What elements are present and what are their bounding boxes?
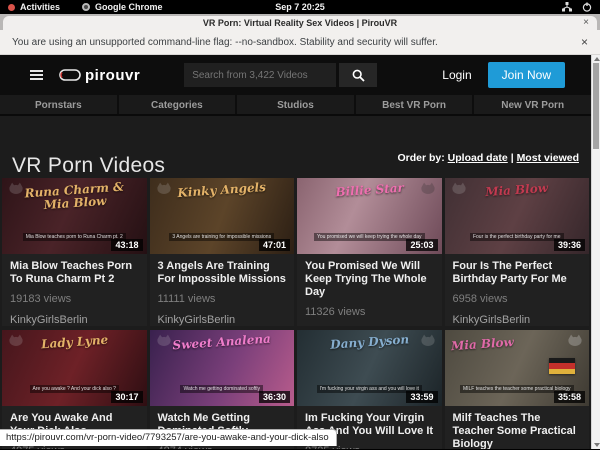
- studio-link[interactable]: KinkyGirlsBerlin: [453, 314, 582, 326]
- desktop: Activities Google Chrome Sep 7 20:25 VR …: [0, 0, 600, 450]
- duration-badge: 47:01: [259, 239, 290, 251]
- video-thumbnail[interactable]: Runa Charm & Mia Blow Mia Blow teaches p…: [2, 178, 147, 254]
- order-by: Order by: Upload date | Most viewed: [397, 152, 579, 178]
- site-header: pirouvr Login Join Now: [0, 55, 591, 95]
- video-title[interactable]: Milf Teaches The Teacher Some Practical …: [453, 412, 582, 449]
- nav-item-best-vr-porn[interactable]: Best VR Porn: [356, 95, 475, 114]
- order-by-label: Order by:: [397, 152, 444, 164]
- site-logo-text: pirouvr: [85, 67, 140, 84]
- video-thumbnail[interactable]: Mia Blow MILF teaches the teacher some p…: [445, 330, 590, 406]
- video-thumbnail[interactable]: Mia Blow Four is the perfect birthday pa…: [445, 178, 590, 254]
- video-title[interactable]: Four Is The Perfect Birthday Party For M…: [453, 260, 582, 286]
- video-grid: Runa Charm & Mia Blow Mia Blow teaches p…: [0, 178, 591, 449]
- duration-badge: 35:58: [554, 391, 585, 403]
- scroll-up-arrow-icon[interactable]: [592, 55, 600, 63]
- browser-tab[interactable]: VR Porn: Virtual Reality Sex Videos | Pi…: [3, 16, 597, 30]
- scrollbar-thumb[interactable]: [593, 63, 599, 149]
- title-row: VR Porn Videos Order by: Upload date | M…: [0, 116, 591, 178]
- status-url-bubble: https://pirouvr.com/vr-porn-video/779325…: [0, 429, 337, 446]
- vertical-scrollbar[interactable]: [591, 55, 600, 449]
- video-thumbnail[interactable]: Kinky Angels 3 Angels are training for i…: [150, 178, 295, 254]
- video-views: 6958 views: [453, 293, 582, 305]
- video-views: 11111 views: [158, 293, 287, 305]
- thumbnail-overlay-name: Dany Dyson: [308, 332, 430, 353]
- nav-item-studios[interactable]: Studios: [237, 95, 356, 114]
- search-icon: [352, 69, 365, 82]
- tab-close-icon[interactable]: ×: [583, 16, 589, 30]
- video-thumbnail[interactable]: Sweet Analena Watch me getting dominated…: [150, 330, 295, 406]
- order-by-separator: |: [511, 152, 514, 164]
- german-flag-icon: [549, 358, 575, 374]
- recording-indicator-icon: [8, 4, 15, 11]
- duration-badge: 30:17: [111, 391, 142, 403]
- site-logo[interactable]: pirouvr: [59, 67, 140, 84]
- tab-title: VR Porn: Virtual Reality Sex Videos | Pi…: [203, 18, 397, 28]
- clock[interactable]: Sep 7 20:25: [275, 2, 325, 12]
- video-thumbnail[interactable]: Billie Star You promised we will keep tr…: [297, 178, 442, 254]
- video-views: 11326 views: [305, 306, 434, 318]
- page-viewport: pirouvr Login Join Now Pornstars Cate: [0, 55, 600, 449]
- scroll-down-arrow-icon[interactable]: [592, 441, 600, 449]
- power-icon[interactable]: [582, 2, 592, 12]
- video-thumbnail[interactable]: Dany Dyson I'm fucking your virgin ass a…: [297, 330, 442, 406]
- infobar-message: You are using an unsupported command-lin…: [12, 37, 438, 48]
- thumbnail-overlay-name: Lady Lyne: [13, 332, 135, 353]
- studio-link[interactable]: KinkyGirlsBerlin: [10, 314, 139, 326]
- order-by-most-viewed-link[interactable]: Most viewed: [517, 152, 579, 164]
- nav-item-new-vr-porn[interactable]: New VR Porn: [474, 95, 591, 114]
- thumbnail-overlay-name: Runa Charm & Mia Blow: [13, 180, 136, 214]
- video-card[interactable]: Kinky Angels 3 Angels are training for i…: [150, 178, 295, 326]
- unsupported-flag-infobar: You are using an unsupported command-lin…: [0, 30, 600, 55]
- video-card[interactable]: Mia Blow Four is the perfect birthday pa…: [445, 178, 590, 326]
- focused-app-name[interactable]: Google Chrome: [95, 2, 163, 12]
- thumbnail-overlay-name: Mia Blow: [450, 332, 572, 353]
- join-now-button[interactable]: Join Now: [488, 62, 565, 88]
- thumbnail-overlay-name: Mia Blow: [456, 180, 578, 201]
- nav-item-categories[interactable]: Categories: [119, 95, 238, 114]
- video-title[interactable]: Mia Blow Teaches Porn To Runa Charm Pt 2: [10, 260, 139, 286]
- video-views: 19183 views: [10, 293, 139, 305]
- hamburger-menu-icon[interactable]: [30, 68, 43, 82]
- chrome-app-icon: [82, 3, 90, 11]
- tab-strip: VR Porn: Virtual Reality Sex Videos | Pi…: [0, 14, 600, 30]
- studio-link[interactable]: KinkyGirlsBerlin: [158, 314, 287, 326]
- video-title[interactable]: 3 Angels Are Training For Impossible Mis…: [158, 260, 287, 286]
- infobar-close-icon[interactable]: ×: [581, 35, 588, 49]
- activities-button[interactable]: Activities: [20, 2, 60, 12]
- thumbnail-overlay-name: Sweet Analena: [161, 332, 283, 353]
- video-card[interactable]: Mia Blow MILF teaches the teacher some p…: [445, 330, 590, 449]
- page-title: VR Porn Videos: [12, 154, 165, 178]
- system-top-bar: Activities Google Chrome Sep 7 20:25: [0, 0, 600, 14]
- duration-badge: 36:30: [259, 391, 290, 403]
- duration-badge: 33:59: [406, 391, 437, 403]
- duration-badge: 43:18: [111, 239, 142, 251]
- nav-item-pornstars[interactable]: Pornstars: [0, 95, 119, 114]
- video-card[interactable]: Runa Charm & Mia Blow Mia Blow teaches p…: [2, 178, 147, 326]
- thumbnail-overlay-name: Kinky Angels: [161, 180, 283, 201]
- login-link[interactable]: Login: [442, 68, 471, 82]
- duration-badge: 39:36: [554, 239, 585, 251]
- search-input[interactable]: [184, 63, 336, 87]
- network-tray-icon[interactable]: [562, 2, 572, 12]
- duration-badge: 25:03: [406, 239, 437, 251]
- video-title[interactable]: You Promised We Will Keep Trying The Who…: [305, 260, 434, 299]
- video-thumbnail[interactable]: Lady Lyne Are you awake ? And your dick …: [2, 330, 147, 406]
- search-button[interactable]: [339, 63, 377, 87]
- vr-goggles-icon: [59, 69, 81, 82]
- main-nav: Pornstars Categories Studios Best VR Por…: [0, 95, 591, 116]
- video-card[interactable]: Billie Star You promised we will keep tr…: [297, 178, 442, 326]
- thumbnail-overlay-name: Billie Star: [308, 180, 430, 201]
- order-by-upload-date-link[interactable]: Upload date: [448, 152, 508, 164]
